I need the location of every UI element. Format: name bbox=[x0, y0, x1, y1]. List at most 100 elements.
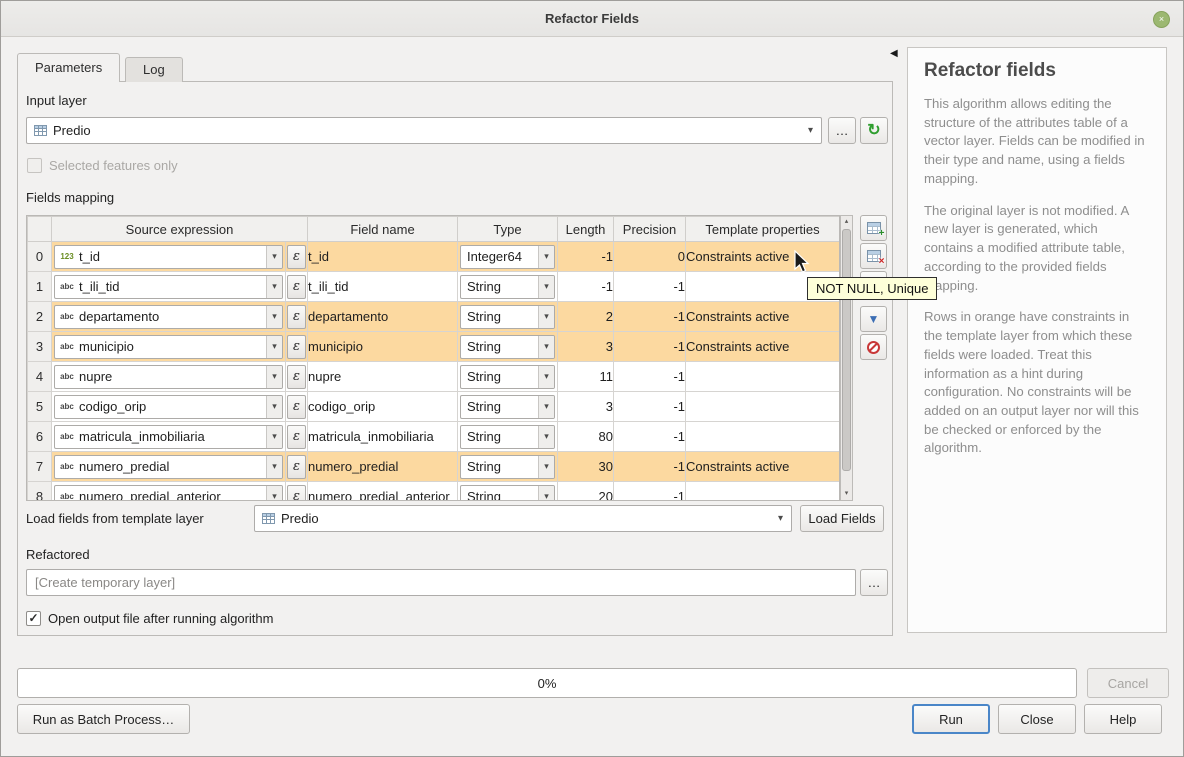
close-button[interactable]: Close bbox=[998, 704, 1076, 734]
length-cell[interactable]: 2 bbox=[558, 302, 614, 332]
expression-builder-button[interactable]: ε bbox=[287, 485, 306, 502]
precision-cell[interactable]: -1 bbox=[614, 272, 686, 302]
field-name-cell[interactable]: municipio bbox=[308, 332, 458, 362]
header-length[interactable]: Length bbox=[558, 217, 614, 242]
source-expression-combo[interactable]: abc codigo_orip ▾ bbox=[54, 395, 283, 419]
scroll-up-icon[interactable]: ▴ bbox=[841, 216, 852, 228]
delete-field-button[interactable]: × bbox=[860, 243, 887, 269]
run-as-batch-button[interactable]: Run as Batch Process… bbox=[17, 704, 190, 734]
field-name-cell[interactable]: numero_predial bbox=[308, 452, 458, 482]
source-expression-combo[interactable]: abc t_ili_tid ▾ bbox=[54, 275, 283, 299]
row-index[interactable]: 5 bbox=[28, 392, 52, 422]
chevron-down-icon[interactable]: ▾ bbox=[266, 336, 282, 358]
length-cell[interactable]: 11 bbox=[558, 362, 614, 392]
expression-builder-button[interactable]: ε bbox=[287, 425, 306, 449]
chevron-down-icon[interactable]: ▾ bbox=[266, 426, 282, 448]
expression-builder-button[interactable]: ε bbox=[287, 335, 306, 359]
titlebar[interactable]: Refactor Fields × bbox=[1, 1, 1183, 37]
type-combo[interactable]: String ▾ bbox=[460, 305, 555, 329]
chevron-down-icon[interactable]: ▾ bbox=[538, 456, 554, 478]
type-combo[interactable]: String ▾ bbox=[460, 485, 555, 502]
header-field-name[interactable]: Field name bbox=[308, 217, 458, 242]
table-scrollbar[interactable]: ▴ ▾ bbox=[840, 215, 853, 501]
chevron-down-icon[interactable]: ▾ bbox=[538, 336, 554, 358]
source-expression-combo[interactable]: abc nupre ▾ bbox=[54, 365, 283, 389]
expression-builder-button[interactable]: ε bbox=[287, 305, 306, 329]
type-combo[interactable]: String ▾ bbox=[460, 335, 555, 359]
help-button[interactable]: Help bbox=[1084, 704, 1162, 734]
refactored-output-input[interactable]: [Create temporary layer] bbox=[26, 569, 856, 596]
type-combo[interactable]: String ▾ bbox=[460, 275, 555, 299]
collapse-panel-arrow[interactable]: ◀ bbox=[890, 48, 898, 59]
precision-cell[interactable]: 0 bbox=[614, 242, 686, 272]
template-layer-combo[interactable]: Predio ▾ bbox=[254, 505, 792, 532]
run-button[interactable]: Run bbox=[912, 704, 990, 734]
add-field-button[interactable]: + bbox=[860, 215, 887, 241]
precision-cell[interactable]: -1 bbox=[614, 452, 686, 482]
chevron-down-icon[interactable]: ▾ bbox=[538, 396, 554, 418]
type-combo[interactable]: Integer64 ▾ bbox=[460, 245, 555, 269]
row-index[interactable]: 2 bbox=[28, 302, 52, 332]
precision-cell[interactable]: -1 bbox=[614, 362, 686, 392]
chevron-down-icon[interactable]: ▾ bbox=[538, 276, 554, 298]
length-cell[interactable]: 3 bbox=[558, 332, 614, 362]
length-cell[interactable]: 3 bbox=[558, 392, 614, 422]
header-type[interactable]: Type bbox=[458, 217, 558, 242]
length-cell[interactable]: 30 bbox=[558, 452, 614, 482]
precision-cell[interactable]: -1 bbox=[614, 422, 686, 452]
expression-builder-button[interactable]: ε bbox=[287, 245, 306, 269]
chevron-down-icon[interactable]: ▾ bbox=[266, 486, 282, 502]
expression-builder-button[interactable]: ε bbox=[287, 365, 306, 389]
length-cell[interactable]: -1 bbox=[558, 272, 614, 302]
source-expression-combo[interactable]: abc departamento ▾ bbox=[54, 305, 283, 329]
tab-log[interactable]: Log bbox=[125, 57, 183, 82]
row-index[interactable]: 1 bbox=[28, 272, 52, 302]
chevron-down-icon[interactable]: ▾ bbox=[266, 366, 282, 388]
type-combo[interactable]: String ▾ bbox=[460, 455, 555, 479]
source-expression-combo[interactable]: abc numero_predial_anterior ▾ bbox=[54, 485, 283, 502]
scrollbar-thumb[interactable] bbox=[842, 229, 851, 471]
length-cell[interactable]: 80 bbox=[558, 422, 614, 452]
chevron-down-icon[interactable]: ▾ bbox=[266, 306, 282, 328]
reset-fields-button[interactable] bbox=[860, 334, 887, 360]
field-name-cell[interactable]: codigo_orip bbox=[308, 392, 458, 422]
precision-cell[interactable]: -1 bbox=[614, 392, 686, 422]
type-combo[interactable]: String ▾ bbox=[460, 365, 555, 389]
header-template-properties[interactable]: Template properties bbox=[686, 217, 840, 242]
row-index[interactable]: 6 bbox=[28, 422, 52, 452]
chevron-down-icon[interactable]: ▾ bbox=[538, 306, 554, 328]
chevron-down-icon[interactable]: ▾ bbox=[266, 456, 282, 478]
source-expression-combo[interactable]: abc matricula_inmobiliaria ▾ bbox=[54, 425, 283, 449]
row-index[interactable]: 0 bbox=[28, 242, 52, 272]
type-combo[interactable]: String ▾ bbox=[460, 425, 555, 449]
field-name-cell[interactable]: t_ili_tid bbox=[308, 272, 458, 302]
chevron-down-icon[interactable]: ▾ bbox=[266, 246, 282, 268]
tab-parameters[interactable]: Parameters bbox=[17, 53, 120, 82]
field-name-cell[interactable]: numero_predial_anterior bbox=[308, 482, 458, 502]
move-down-button[interactable]: ▼ bbox=[860, 306, 887, 332]
open-output-checkbox[interactable]: ✓ bbox=[26, 611, 41, 626]
row-index[interactable]: 7 bbox=[28, 452, 52, 482]
refactored-browse-button[interactable]: … bbox=[860, 569, 888, 596]
field-name-cell[interactable]: departamento bbox=[308, 302, 458, 332]
row-index[interactable]: 8 bbox=[28, 482, 52, 502]
expression-builder-button[interactable]: ε bbox=[287, 275, 306, 299]
chevron-down-icon[interactable]: ▾ bbox=[266, 396, 282, 418]
length-cell[interactable]: 20 bbox=[558, 482, 614, 502]
chevron-down-icon[interactable]: ▾ bbox=[538, 486, 554, 502]
source-expression-combo[interactable]: 123 t_id ▾ bbox=[54, 245, 283, 269]
precision-cell[interactable]: -1 bbox=[614, 332, 686, 362]
reload-layer-button[interactable]: ↻ bbox=[860, 117, 888, 144]
chevron-down-icon[interactable]: ▾ bbox=[538, 246, 554, 268]
input-layer-browse-button[interactable]: … bbox=[828, 117, 856, 144]
length-cell[interactable]: -1 bbox=[558, 242, 614, 272]
header-precision[interactable]: Precision bbox=[614, 217, 686, 242]
source-expression-combo[interactable]: abc numero_predial ▾ bbox=[54, 455, 283, 479]
load-fields-button[interactable]: Load Fields bbox=[800, 505, 884, 532]
precision-cell[interactable]: -1 bbox=[614, 482, 686, 502]
window-close-button[interactable]: × bbox=[1153, 11, 1170, 28]
type-combo[interactable]: String ▾ bbox=[460, 395, 555, 419]
row-index[interactable]: 3 bbox=[28, 332, 52, 362]
field-name-cell[interactable]: nupre bbox=[308, 362, 458, 392]
field-name-cell[interactable]: matricula_inmobiliaria bbox=[308, 422, 458, 452]
